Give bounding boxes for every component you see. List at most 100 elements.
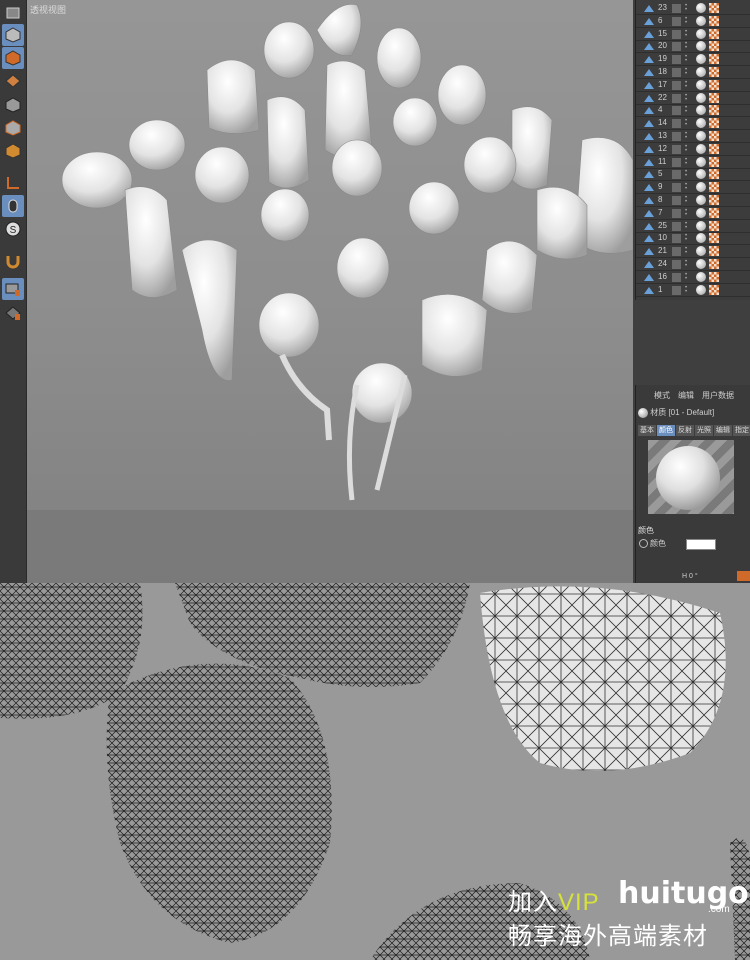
material-tag-icon[interactable]	[696, 233, 706, 244]
visibility-toggle[interactable]	[672, 170, 681, 180]
object-row[interactable]: 13 • •	[636, 130, 750, 143]
menu-mode[interactable]: 模式	[654, 390, 670, 401]
object-row[interactable]: 5 • •	[636, 168, 750, 182]
visibility-toggle[interactable]	[672, 221, 681, 231]
visibility-toggle[interactable]	[672, 234, 681, 244]
object-row[interactable]: 15 • •	[636, 28, 750, 41]
material-tag-icon[interactable]	[696, 207, 706, 218]
texture-tag-icon[interactable]	[709, 41, 719, 52]
visibility-toggle[interactable]	[672, 55, 681, 65]
visibility-toggle[interactable]	[672, 144, 681, 154]
material-tag-icon[interactable]	[696, 182, 706, 193]
material-tag-icon[interactable]	[696, 15, 706, 26]
object-row[interactable]: 24 • •	[636, 258, 750, 271]
render-dots-icon[interactable]: • •	[685, 93, 690, 103]
visibility-toggle[interactable]	[672, 260, 681, 269]
visibility-toggle[interactable]	[672, 80, 681, 90]
texture-tag-icon[interactable]	[709, 220, 719, 231]
texture-tag-icon[interactable]	[709, 143, 719, 154]
material-tag-icon[interactable]	[696, 105, 706, 116]
texture-tag-icon[interactable]	[709, 156, 719, 167]
texture-tag-icon[interactable]	[709, 182, 719, 193]
material-tag-icon[interactable]	[696, 143, 706, 154]
object-row[interactable]: 4 • •	[636, 104, 750, 118]
render-dots-icon[interactable]: • •	[685, 144, 690, 154]
object-row[interactable]: 12 • •	[636, 143, 750, 156]
visibility-toggle[interactable]	[672, 4, 681, 13]
texture-tag-icon[interactable]	[709, 28, 719, 39]
material-tag-icon[interactable]	[696, 3, 706, 13]
visibility-toggle[interactable]	[672, 157, 681, 167]
texture-tag-icon[interactable]	[709, 15, 719, 26]
render-dots-icon[interactable]: • •	[685, 169, 690, 179]
object-row[interactable]: 11 • •	[636, 156, 750, 169]
render-dots-icon[interactable]: • •	[685, 67, 690, 77]
tool-grid-lock-icon[interactable]	[2, 278, 24, 300]
render-dots-icon[interactable]: • •	[685, 80, 690, 90]
visibility-toggle[interactable]	[672, 68, 681, 77]
render-dots-icon[interactable]: • •	[685, 285, 690, 295]
texture-tag-icon[interactable]	[709, 131, 719, 141]
visibility-toggle[interactable]	[672, 196, 681, 205]
material-tag-icon[interactable]	[696, 246, 706, 257]
render-dots-icon[interactable]: • •	[685, 157, 690, 167]
render-dots-icon[interactable]: • •	[685, 182, 690, 192]
render-dots-icon[interactable]: • •	[685, 41, 690, 51]
tool-checker-cube-icon[interactable]	[2, 47, 24, 69]
render-dots-icon[interactable]: • •	[685, 3, 690, 13]
render-dots-icon[interactable]: • •	[685, 272, 690, 282]
object-row[interactable]: 14 • •	[636, 117, 750, 131]
material-tag-icon[interactable]	[696, 220, 706, 231]
object-row[interactable]: 8 • •	[636, 194, 750, 207]
object-row[interactable]: 1 • •	[636, 284, 750, 297]
render-dots-icon[interactable]: • •	[685, 208, 690, 218]
visibility-toggle[interactable]	[672, 208, 681, 218]
visibility-toggle[interactable]	[672, 106, 681, 116]
object-row[interactable]: 23 • •	[636, 2, 750, 15]
material-tag-icon[interactable]	[696, 284, 706, 295]
visibility-toggle[interactable]	[672, 93, 681, 103]
object-row[interactable]: 25 • •	[636, 220, 750, 233]
material-tag-icon[interactable]	[696, 118, 706, 129]
material-tag-icon[interactable]	[696, 169, 706, 180]
material-tag-icon[interactable]	[696, 67, 706, 77]
tab-basic[interactable]: 基本	[638, 425, 656, 436]
tool-polygon-icon[interactable]	[2, 117, 24, 139]
render-dots-icon[interactable]: • •	[685, 16, 690, 26]
render-dots-icon[interactable]: • •	[685, 259, 690, 269]
object-row[interactable]: 21 • •	[636, 245, 750, 259]
tab-assign[interactable]: 指定	[733, 425, 750, 436]
texture-tag-icon[interactable]	[709, 207, 719, 218]
tool-cube-icon[interactable]	[2, 2, 24, 24]
visibility-toggle[interactable]	[672, 16, 681, 26]
material-tag-icon[interactable]	[696, 54, 706, 65]
tab-color[interactable]: 颜色	[657, 425, 675, 436]
render-dots-icon[interactable]: • •	[685, 221, 690, 231]
visibility-toggle[interactable]	[672, 285, 681, 295]
texture-tag-icon[interactable]	[709, 284, 719, 295]
material-tag-icon[interactable]	[696, 271, 706, 282]
texture-tag-icon[interactable]	[709, 169, 719, 180]
texture-tag-icon[interactable]	[709, 246, 719, 257]
visibility-toggle[interactable]	[672, 247, 681, 257]
tab-light[interactable]: 光照	[695, 425, 713, 436]
visibility-toggle[interactable]	[672, 119, 681, 129]
tool-texture-icon[interactable]	[2, 70, 24, 92]
texture-tag-icon[interactable]	[709, 3, 719, 13]
material-tag-icon[interactable]	[696, 92, 706, 103]
render-dots-icon[interactable]: • •	[685, 131, 690, 141]
visibility-toggle[interactable]	[672, 132, 681, 141]
tool-axis-icon[interactable]	[2, 172, 24, 194]
texture-tag-icon[interactable]	[709, 259, 719, 269]
texture-tag-icon[interactable]	[709, 105, 719, 116]
material-tag-icon[interactable]	[696, 156, 706, 167]
texture-tag-icon[interactable]	[709, 92, 719, 103]
render-dots-icon[interactable]: • •	[685, 246, 690, 256]
tool-mouse-icon[interactable]	[2, 195, 24, 217]
object-row[interactable]: 6 • •	[636, 15, 750, 28]
visibility-toggle[interactable]	[672, 29, 681, 39]
object-row[interactable]: 17 • •	[636, 79, 750, 92]
object-row[interactable]: 9 • •	[636, 181, 750, 195]
render-dots-icon[interactable]: • •	[685, 118, 690, 128]
object-row[interactable]: 19 • •	[636, 53, 750, 67]
